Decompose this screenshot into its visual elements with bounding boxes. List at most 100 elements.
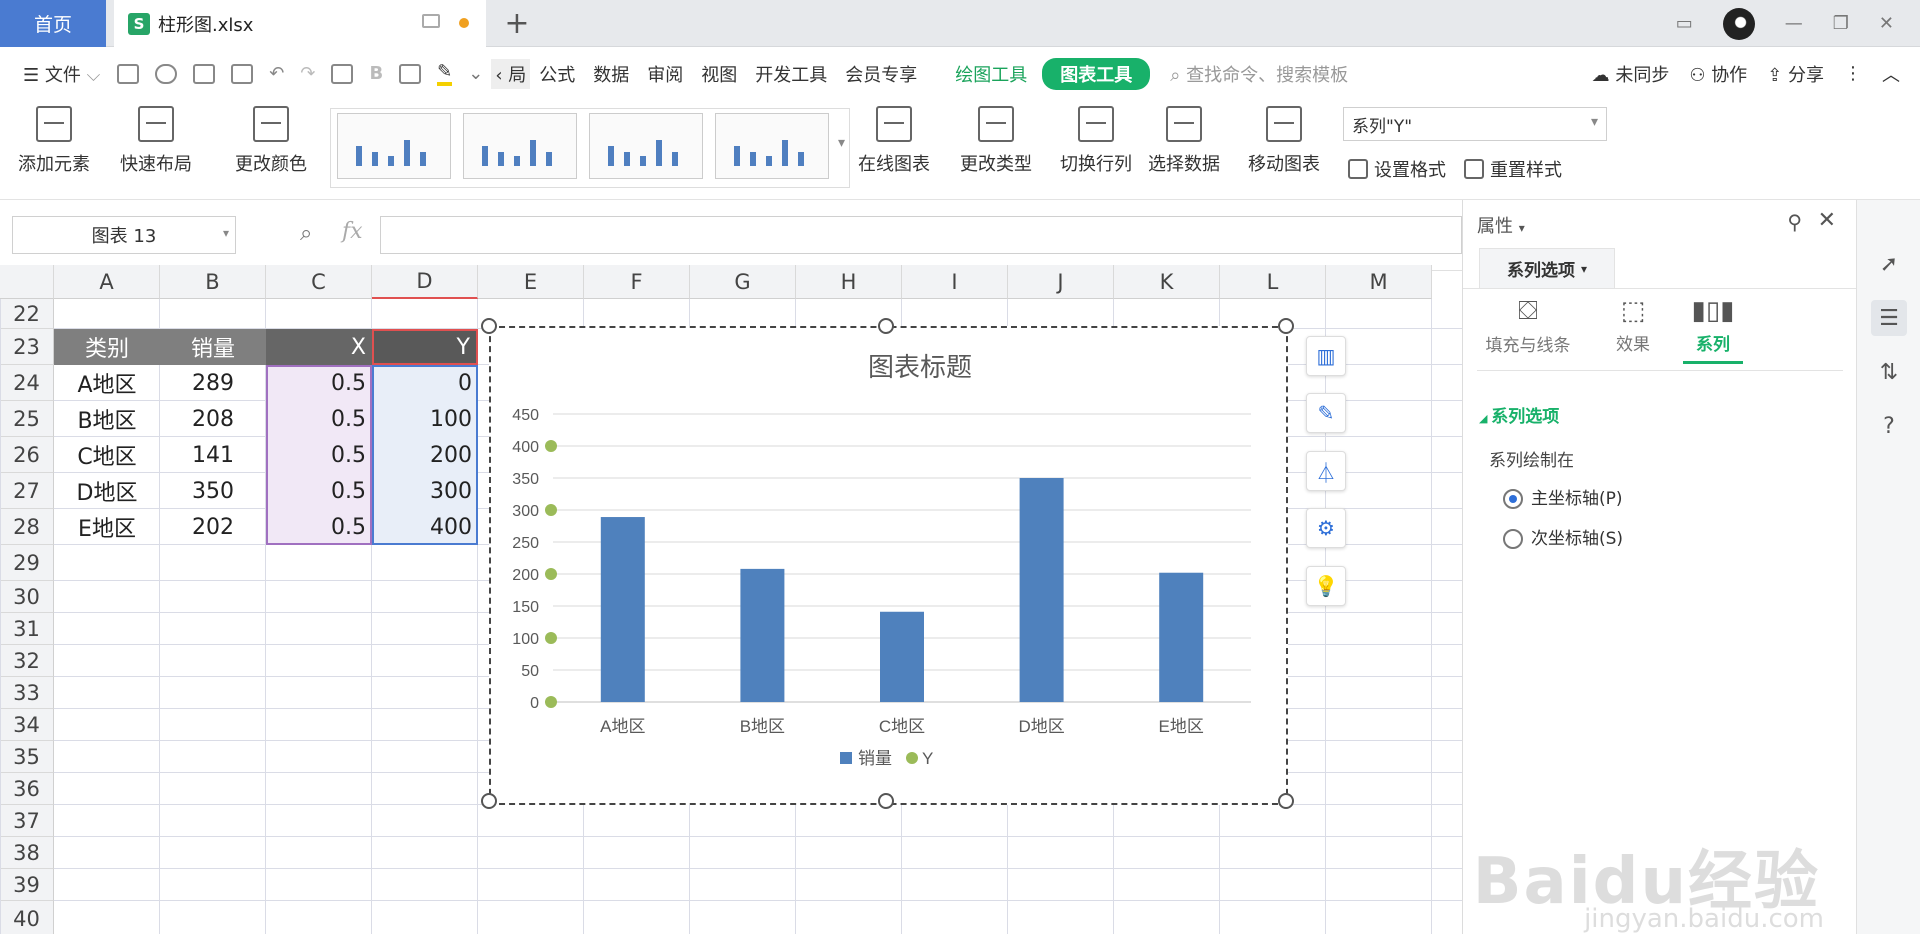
table-header-cell[interactable]: 类别 [54,329,160,365]
add-element-button[interactable]: 添加元素 [18,106,90,176]
chart-elements-icon[interactable]: ▥ [1306,336,1346,376]
primary-axis-radio[interactable]: 主坐标轴(P) [1503,484,1623,509]
row-header[interactable]: 32 [0,645,54,677]
x-tick-label[interactable]: B地区 [740,717,785,736]
table-cell[interactable]: 0.5 [266,509,372,545]
online-chart-button[interactable]: 在线图表 [858,106,930,176]
scatter-point[interactable] [545,440,557,452]
column-header[interactable]: D [372,265,478,299]
gallery-more-icon[interactable]: ▾ [838,135,845,151]
resize-handle[interactable] [1278,318,1294,334]
formula-input[interactable] [380,216,1462,254]
row-header[interactable]: 38 [0,837,54,869]
table-cell[interactable]: 300 [372,473,478,509]
monitor-icon[interactable] [422,14,440,28]
menu-member[interactable]: 会员专享 [836,61,926,87]
chart-style-thumb[interactable] [337,113,451,179]
legend-swatch[interactable] [906,752,918,764]
row-header[interactable]: 23 [0,329,54,365]
bar[interactable] [1159,572,1204,702]
row-header[interactable]: 36 [0,773,54,805]
menu-review[interactable]: 审阅 [638,61,692,87]
close-window-icon[interactable]: ✕ [1879,13,1894,34]
share-button[interactable]: ⇪ 分享 [1767,61,1824,87]
section-series-options[interactable]: ◢ 系列选项 [1479,402,1559,427]
y-tick-label[interactable]: 50 [521,663,539,680]
bar[interactable] [740,568,785,702]
pin-icon[interactable]: ⚲ [1787,210,1802,234]
table-cell[interactable]: E地区 [54,509,160,545]
row-header[interactable]: 30 [0,581,54,613]
row-header[interactable]: 39 [0,869,54,901]
close-icon[interactable]: ✕ [1818,208,1836,233]
menu-formula[interactable]: 公式 [530,61,584,87]
switch-rowcol-button[interactable]: 切换行列 [1060,106,1132,176]
table-cell[interactable]: A地区 [54,365,160,401]
y-tick-label[interactable]: 200 [512,567,539,584]
column-header[interactable]: C [266,265,372,299]
name-box[interactable]: 图表 13 [12,216,236,254]
column-header[interactable]: A [54,265,160,299]
row-header[interactable]: 40 [0,901,54,934]
menu-developer[interactable]: 开发工具 [746,61,836,87]
table-cell[interactable]: 0 [372,365,478,401]
row-header[interactable]: 25 [0,401,54,437]
table-cell[interactable]: 141 [160,437,266,473]
row-header[interactable]: 33 [0,677,54,709]
resize-handle[interactable] [878,318,894,334]
menu-view[interactable]: 视图 [692,61,746,87]
table-cell[interactable]: 208 [160,401,266,437]
table-cell[interactable]: 0.5 [266,437,372,473]
chart[interactable]: 图表标题 450 400 350 300 250 200 150 100 50 0 A地区 B地区 C地区… [481,318,1294,809]
chart-style-thumb[interactable] [715,113,829,179]
save-icon[interactable] [117,63,140,84]
resize-handle[interactable] [481,318,497,334]
y-tick-label[interactable]: 400 [512,439,539,456]
settings-icon[interactable]: ⚙ [1306,508,1346,548]
table-cell[interactable]: 100 [372,401,478,437]
column-header[interactable]: B [160,265,266,299]
menu-file[interactable]: ☰ 文件 ⌵ [14,61,109,87]
legend-label[interactable]: Y [922,749,933,768]
column-header[interactable]: J [1008,265,1114,299]
row-header[interactable]: 37 [0,805,54,837]
tab-fill-line[interactable]: ⛋ 填充与线条 [1483,296,1573,356]
row-header[interactable]: 34 [0,709,54,741]
menu-data[interactable]: 数据 [584,61,638,87]
more-icon[interactable]: ⌄ [468,63,483,84]
column-header[interactable]: G [690,265,796,299]
change-color-button[interactable]: 更改颜色 [235,106,307,176]
menu-scroll-left[interactable]: ‹ 局 [491,58,531,89]
table-cell[interactable]: 0.5 [266,401,372,437]
brush-icon[interactable]: ✎ [1306,393,1346,433]
tab-file[interactable]: S 柱形图.xlsx [114,0,486,47]
table-cell[interactable]: 0.5 [266,473,372,509]
change-type-button[interactable]: 更改类型 [960,106,1032,176]
secondary-axis-radio[interactable]: 次坐标轴(S) [1503,524,1623,549]
bulb-icon[interactable]: 💡 [1306,566,1346,606]
scatter-point[interactable] [545,632,557,644]
border-icon[interactable] [331,63,354,84]
scatter-point[interactable] [545,568,557,580]
row-header[interactable]: 22 [0,299,54,329]
move-chart-button[interactable]: 移动图表 [1248,106,1320,176]
row-header[interactable]: 26 [0,437,54,473]
redo-icon[interactable]: ↷ [300,63,315,84]
x-tick-label[interactable]: D地区 [1018,717,1064,736]
tab-effects[interactable]: ⬚ 效果 [1603,296,1663,355]
select-data-button[interactable]: 选择数据 [1148,106,1220,176]
column-header[interactable]: E [478,265,584,299]
clear-icon[interactable] [399,63,422,84]
select-all-corner[interactable] [0,265,54,299]
sync-button[interactable]: ☁ 未同步 [1592,61,1670,87]
bar[interactable] [880,611,924,702]
bar[interactable] [600,517,645,702]
table-cell[interactable]: C地区 [54,437,160,473]
print-preview-icon[interactable] [231,63,254,84]
row-header[interactable]: 29 [0,545,54,581]
y-tick-label[interactable]: 450 [512,407,539,424]
column-header[interactable]: L [1220,265,1326,299]
set-format-button[interactable]: 设置格式 [1348,156,1446,182]
table-header-cell[interactable]: X [266,329,372,365]
search-command[interactable]: ⌕ 查找命令、搜索模板 [1170,61,1348,87]
